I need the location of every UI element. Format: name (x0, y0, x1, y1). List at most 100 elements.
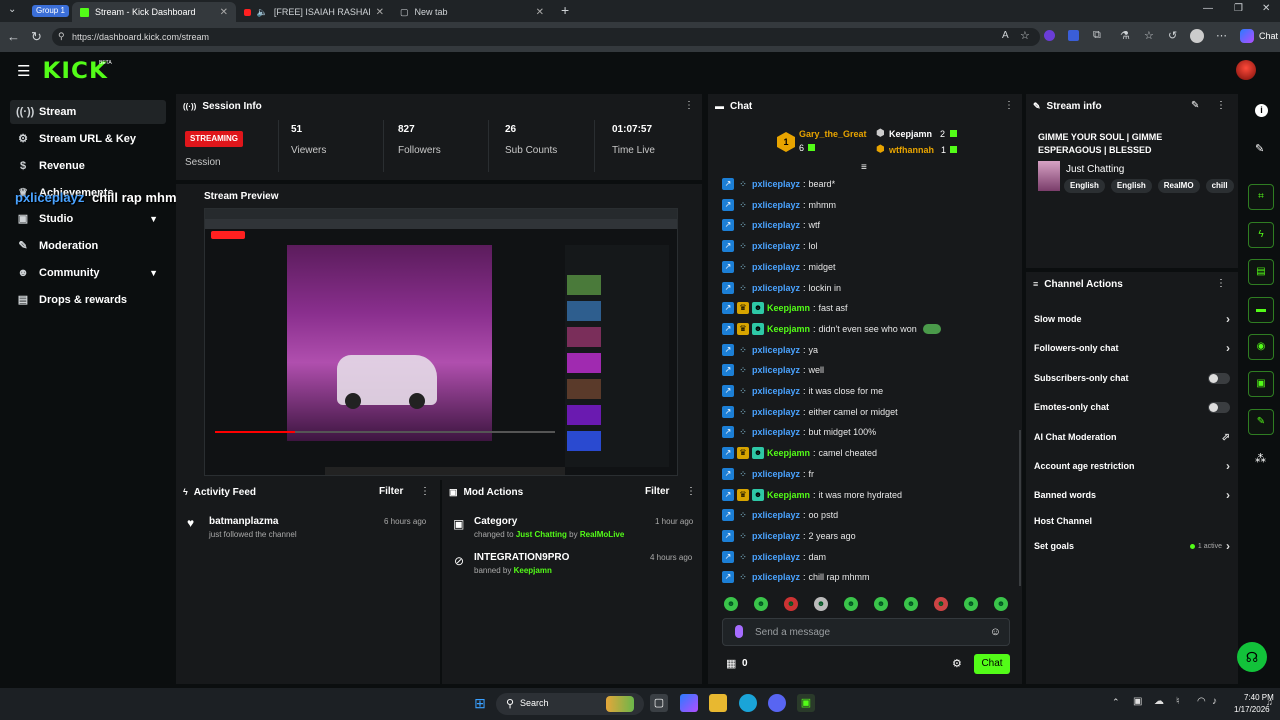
chat-username[interactable]: pxliceplayz (752, 283, 800, 293)
chat-username[interactable]: pxliceplayz (752, 469, 800, 479)
emote-icon[interactable]: ☻ (814, 597, 828, 611)
rail-lightning-icon[interactable]: ϟ (1248, 222, 1274, 248)
slow-mode-row[interactable]: Slow mode › (1034, 309, 1230, 329)
info-icon[interactable]: i (1255, 104, 1268, 117)
chat-username[interactable]: pxliceplayz (752, 386, 800, 396)
emote-icon[interactable]: ☻ (844, 597, 858, 611)
chat-scrollbar[interactable] (1019, 430, 1021, 586)
more-options-icon[interactable]: ⋮ (684, 100, 694, 111)
chat-username[interactable]: pxliceplayz (752, 241, 800, 251)
points-icon[interactable]: ▦ (726, 657, 736, 670)
rail-share-icon[interactable]: ⁂ (1255, 452, 1266, 465)
chat-username[interactable]: Keepjamn (767, 303, 810, 313)
rail-scan-icon[interactable]: ⌗ (1248, 184, 1274, 210)
maximize-button[interactable]: ❐ (1234, 3, 1243, 14)
more-options-icon[interactable]: ⋮ (420, 486, 430, 497)
chat-settings-icon[interactable]: ⚙ (952, 657, 962, 670)
chat-username[interactable]: Keepjamn (767, 490, 810, 500)
favorites-icon[interactable]: ☆ (1144, 29, 1154, 42)
more-options-icon[interactable]: ⋮ (686, 486, 696, 497)
user-avatar[interactable] (1236, 60, 1256, 80)
chat-username[interactable]: pxliceplayz (752, 427, 800, 437)
sidebar-item-moderation[interactable]: ✎ Moderation (10, 234, 166, 258)
new-tab-button[interactable]: + (561, 2, 569, 18)
top-gifter-name[interactable]: wtfhannah (889, 145, 934, 155)
followers-only-row[interactable]: Followers-only chat › (1034, 338, 1230, 358)
set-goals-row[interactable]: Set goals 1 active › (1034, 536, 1230, 556)
activity-filter-button[interactable]: Filter (379, 486, 403, 497)
close-tab-icon[interactable]: ✕ (536, 7, 544, 18)
tag[interactable]: chill (1205, 179, 1234, 193)
top-gifter-name[interactable]: Gary_the_Great (799, 129, 867, 139)
url-field[interactable]: https://dashboard.kick.com/stream (52, 28, 1040, 46)
chat-input-field[interactable]: Send a message ☺ (722, 618, 1010, 646)
copilot-icon[interactable] (1240, 29, 1254, 43)
chat-username[interactable]: pxliceplayz (752, 572, 800, 582)
reload-icon[interactable]: ↻ (31, 29, 42, 45)
close-tab-icon[interactable]: ✕ (220, 7, 228, 18)
back-icon[interactable]: ← (7, 29, 20, 44)
rail-wrench-icon[interactable]: ✎ (1248, 409, 1274, 435)
wifi-icon[interactable]: ◠ (1197, 696, 1206, 707)
top-gifter-name[interactable]: Keepjamn (889, 129, 932, 139)
copilot-app-icon[interactable] (680, 694, 698, 712)
sidebar-item-community[interactable]: ☻ Community ▼ (10, 261, 166, 285)
tag[interactable]: English (1110, 179, 1152, 193)
copilot-label[interactable]: Chat (1259, 31, 1278, 41)
emote-icon[interactable]: ☻ (934, 597, 948, 611)
sidebar-item-revenue[interactable]: $ Revenue (10, 154, 166, 178)
more-options-icon[interactable]: ⋮ (1004, 100, 1014, 111)
chat-username[interactable]: pxliceplayz (752, 220, 800, 230)
more-options-icon[interactable]: ⋮ (1216, 100, 1226, 111)
sidebar-item-stream[interactable]: ((·)) Stream (10, 100, 166, 124)
rail-broadcast-icon[interactable]: ◉ (1248, 334, 1274, 360)
tab-kick-dashboard[interactable]: Stream - Kick Dashboard ✕ (72, 2, 236, 22)
site-info-icon[interactable]: ⚲ (58, 31, 65, 42)
split-screen-icon[interactable]: ⚗ (1120, 29, 1130, 42)
banned-words-row[interactable]: Banned words › (1034, 485, 1230, 505)
speaker-icon[interactable]: 🔈 (257, 7, 268, 18)
volume-icon[interactable]: ♪ (1212, 696, 1217, 707)
sidebar-item-stream-url-key[interactable]: ⚙ Stream URL & Key (10, 127, 166, 151)
windows-start-icon[interactable]: ⊞ (471, 694, 489, 712)
rail-layout-icon[interactable]: ▣ (1248, 371, 1274, 397)
emote-icon[interactable]: ☻ (754, 597, 768, 611)
sidebar-item-drops-rewards[interactable]: ▤ Drops & rewards (10, 288, 166, 312)
sidebar-item-studio[interactable]: ▣ Studio ▼ (10, 207, 166, 231)
history-icon[interactable]: ↺ (1168, 29, 1177, 42)
host-channel-row[interactable]: Host Channel (1034, 511, 1230, 531)
tab-new-tab[interactable]: ▢ New tab ✕ (392, 2, 552, 22)
tray-icon[interactable]: ☁ (1154, 696, 1164, 707)
mod-action-actor[interactable]: RealMoLive (580, 530, 624, 539)
notification-bell-icon[interactable]: ♫ (1266, 697, 1273, 707)
read-aloud-icon[interactable]: A (1002, 30, 1009, 41)
mod-action-actor[interactable]: Keepjamn (514, 566, 552, 575)
more-options-icon[interactable]: ⋮ (1216, 278, 1226, 289)
ai-moderation-row[interactable]: AI Chat Moderation ⬀ (1034, 427, 1230, 447)
minimize-button[interactable]: — (1203, 3, 1213, 14)
extension-icon[interactable] (1044, 30, 1055, 41)
mod-action-target[interactable]: Just Chatting (516, 530, 567, 539)
edge-browser-icon[interactable] (739, 694, 757, 712)
tag[interactable]: RealMO (1157, 179, 1200, 193)
taskbar-search[interactable]: ⚲ Search (496, 693, 644, 715)
emote-icon[interactable]: ☻ (874, 597, 888, 611)
activity-user[interactable]: batmanplazma (209, 516, 278, 527)
stream-preview-video[interactable] (204, 208, 678, 476)
emote-icon[interactable]: ☻ (724, 597, 738, 611)
profile-avatar[interactable] (1190, 29, 1204, 43)
rail-chat-icon[interactable]: ▬ (1248, 297, 1274, 323)
chat-username[interactable]: pxliceplayz (752, 179, 800, 189)
chat-username[interactable]: pxliceplayz (752, 365, 800, 375)
emote-icon[interactable]: ☻ (994, 597, 1008, 611)
emote-icon[interactable]: ☻ (964, 597, 978, 611)
edit-pencil-icon[interactable]: ✎ (1191, 100, 1199, 111)
chat-username[interactable]: pxliceplayz (752, 407, 800, 417)
chat-username[interactable]: pxliceplayz (752, 345, 800, 355)
hamburger-menu-icon[interactable]: ☰ (17, 62, 30, 80)
emoji-picker-icon[interactable]: ☺ (990, 626, 1001, 638)
tag[interactable]: English (1064, 179, 1105, 193)
chat-username[interactable]: Keepjamn (767, 448, 810, 458)
chat-username[interactable]: pxliceplayz (752, 531, 800, 541)
task-view-icon[interactable]: ▢ (650, 694, 668, 712)
